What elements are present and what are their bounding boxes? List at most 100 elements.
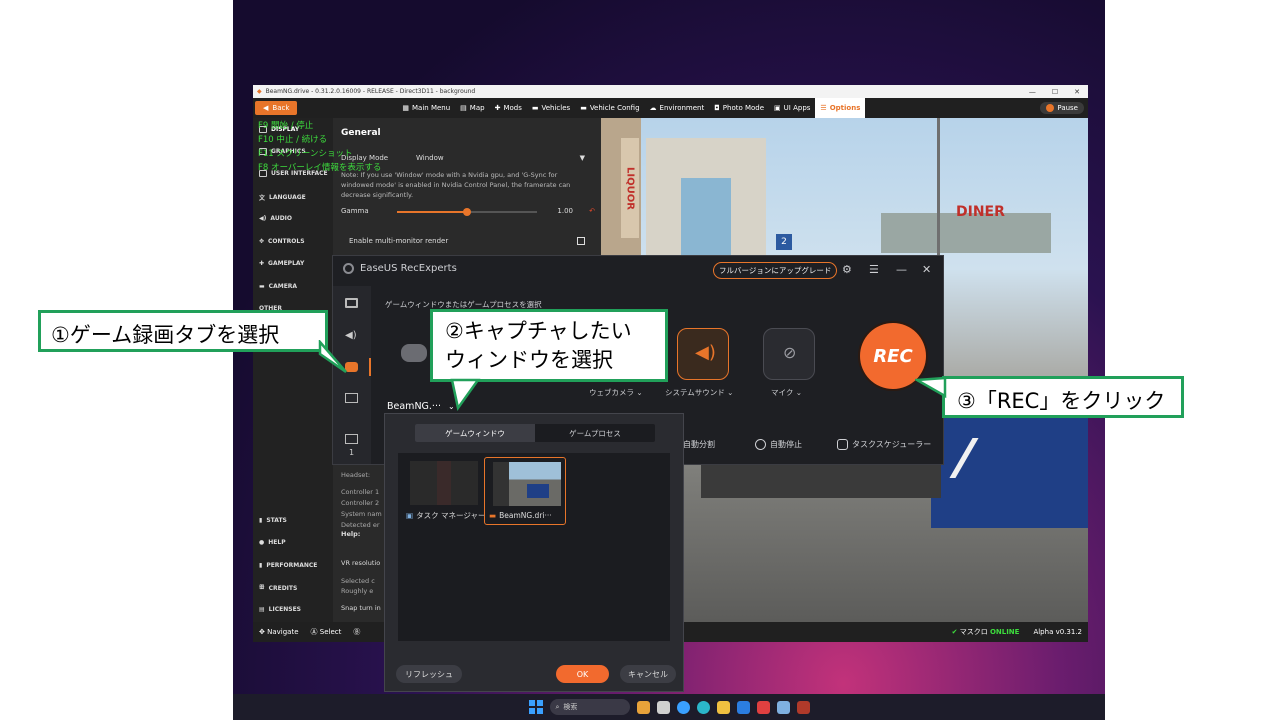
taskbar-app-icon[interactable] bbox=[656, 700, 670, 714]
refresh-button[interactable]: リフレッシュ bbox=[396, 665, 462, 683]
back-button[interactable]: ◀ Back bbox=[255, 101, 298, 115]
menu-vehicles[interactable]: ▬ Vehicles bbox=[527, 98, 575, 118]
chevron-down-icon[interactable]: ▼ bbox=[580, 154, 585, 162]
task-scheduler-option[interactable]: タスクスケジューラー bbox=[837, 439, 931, 450]
timer-icon bbox=[755, 439, 766, 450]
sidebar-item-credits[interactable]: ꕥ CREDITS bbox=[259, 584, 297, 592]
pause-button[interactable]: Pause bbox=[1040, 102, 1084, 114]
sidebar-item-camera[interactable]: ▬ CAMERA bbox=[259, 283, 297, 290]
menu-main-menu[interactable]: ▦ Main Menu bbox=[397, 98, 455, 118]
ok-button[interactable]: OK bbox=[556, 665, 609, 683]
task-manager-icon: ▣ bbox=[406, 511, 414, 520]
mic-button[interactable]: ⊘ bbox=[763, 328, 815, 380]
sidebar-item-performance[interactable]: ▮ PERFORMANCE bbox=[259, 562, 317, 569]
shortcut-line: F8 オーバーレイ情報を表示する bbox=[258, 163, 382, 173]
menu-label: Environment bbox=[659, 104, 705, 112]
menu-icon[interactable]: ☰ bbox=[869, 263, 879, 276]
maximize-icon[interactable]: ☐ bbox=[1052, 88, 1058, 96]
sliders-icon: ☰ bbox=[820, 104, 827, 112]
macro-label: マスクロ bbox=[959, 628, 988, 636]
check-icon: ✔ bbox=[951, 628, 958, 636]
screen-record-icon[interactable] bbox=[345, 298, 358, 308]
menu-map[interactable]: ▤ Map bbox=[455, 98, 489, 118]
bar-chart-icon: ▮ bbox=[259, 562, 263, 569]
snap-turn-label: Snap turn in bbox=[341, 604, 381, 612]
chrome-icon[interactable] bbox=[676, 700, 690, 714]
beamng-titlebar: ◆ BeamNG.drive - 0.31.2.0.16009 - RELEAS… bbox=[253, 85, 1088, 98]
taskbar-app-icon[interactable] bbox=[776, 700, 790, 714]
minimize-icon[interactable]: — bbox=[896, 263, 907, 276]
sidebar-item-licenses[interactable]: ▤ LICENSES bbox=[259, 606, 301, 613]
help-label: Help: bbox=[341, 530, 361, 538]
windows-start-icon[interactable] bbox=[528, 700, 543, 714]
reset-icon[interactable]: ↶ bbox=[589, 207, 595, 215]
controller1-label: Controller 1 bbox=[341, 488, 380, 496]
gamma-slider-knob[interactable] bbox=[463, 208, 471, 216]
edge-icon[interactable] bbox=[696, 700, 710, 714]
callout-click-rec: ③「REC」をクリック bbox=[942, 376, 1184, 418]
taskbar-search[interactable]: ⌕ 検索 bbox=[549, 699, 630, 715]
b-button-icon: Ⓑ bbox=[353, 628, 361, 636]
recordings-folder-icon[interactable] bbox=[345, 434, 358, 444]
beamng-icon: ▬ bbox=[489, 511, 497, 520]
cancel-button[interactable]: キャンセル bbox=[620, 665, 676, 683]
mic-label[interactable]: マイク ⌄ bbox=[771, 387, 802, 398]
sidebar-item-label: CREDITS bbox=[268, 584, 298, 592]
beamng-taskbar-icon[interactable] bbox=[796, 700, 810, 714]
system-sound-label-text: システムサウンド bbox=[665, 388, 725, 397]
recexperts-title: EaseUS RecExperts bbox=[360, 263, 457, 274]
sidebar-item-audio[interactable]: ◀) AUDIO bbox=[259, 215, 292, 222]
menu-options[interactable]: ☰ Options bbox=[815, 98, 866, 118]
sidebar-item-language[interactable]: 文 LANGUAGE bbox=[259, 193, 306, 202]
taskbar-app-icon[interactable] bbox=[756, 700, 770, 714]
recexperts-logo-icon bbox=[343, 263, 354, 274]
system-sound-button[interactable]: ◀) bbox=[677, 328, 729, 380]
menu-mods[interactable]: ✚ Mods bbox=[490, 98, 527, 118]
webcam-record-icon[interactable] bbox=[345, 393, 358, 403]
webcam-label[interactable]: ウェブカメラ ⌄ bbox=[589, 387, 643, 398]
close-icon[interactable]: ✕ bbox=[1074, 88, 1080, 96]
vscode-icon[interactable] bbox=[736, 700, 750, 714]
callout-pointer bbox=[318, 340, 347, 374]
controller2-label: Controller 2 bbox=[341, 499, 380, 507]
gamma-slider[interactable] bbox=[397, 208, 537, 216]
pause-label: Pause bbox=[1057, 104, 1078, 112]
camera-icon: ◘ bbox=[714, 104, 720, 112]
taskbar: ⌕ 検索 bbox=[233, 694, 1105, 720]
folder-icon[interactable] bbox=[716, 700, 730, 714]
thumbnail-label: ▣ タスク マネージャー bbox=[406, 510, 485, 521]
help-icon: ● bbox=[259, 539, 265, 546]
shortcut-line: F9 開始 / 停止 bbox=[258, 121, 314, 131]
document-icon: ▤ bbox=[259, 606, 265, 613]
taskbar-app-icon[interactable] bbox=[636, 700, 650, 714]
sidebar-item-stats[interactable]: ▮ STATS bbox=[259, 517, 287, 524]
upgrade-button[interactable]: フルバージョンにアップグレード bbox=[713, 262, 838, 279]
system-sound-label[interactable]: システムサウンド ⌄ bbox=[665, 387, 733, 398]
window-thumbnail-task-manager[interactable]: ▣ タスク マネージャー bbox=[402, 457, 485, 525]
liquor-sign: LIQUOR bbox=[621, 138, 639, 238]
thumbnail-image bbox=[410, 461, 478, 505]
macro-status: ✔ マスクロ ONLINE bbox=[952, 627, 1020, 637]
selected-window-label: BeamNG.··· bbox=[387, 401, 441, 412]
menu-vehicle-config[interactable]: ▬ Vehicle Config bbox=[575, 98, 644, 118]
window-select-dropdown[interactable]: BeamNG.··· ⌄ bbox=[387, 401, 455, 412]
task-scheduler-label: タスクスケジューラー bbox=[852, 440, 932, 449]
controls-icon: ✥ bbox=[259, 238, 265, 245]
tab-game-window[interactable]: ゲームウィンドウ bbox=[415, 424, 535, 442]
auto-stop-option[interactable]: 自動停止 bbox=[755, 439, 802, 450]
settings-gear-icon[interactable]: ⚙ bbox=[842, 263, 852, 276]
tab-game-process[interactable]: ゲームプロセス bbox=[535, 424, 655, 442]
menu-environment[interactable]: ☁ Environment bbox=[645, 98, 710, 118]
sidebar-item-help[interactable]: ● HELP bbox=[259, 539, 286, 546]
minimize-icon[interactable]: — bbox=[1029, 88, 1036, 96]
menu-ui-apps[interactable]: ▣ UI Apps bbox=[769, 98, 815, 118]
display-mode-select[interactable]: Window bbox=[416, 154, 444, 162]
sidebar-item-gameplay[interactable]: ✚ GAMEPLAY bbox=[259, 260, 304, 267]
shortcut-overlay: F9 開始 / 停止 F10 中止 / 続ける F11 スクリーンショット F8… bbox=[258, 119, 381, 175]
window-thumbnail-beamng[interactable]: ▬ BeamNG.dri··· bbox=[484, 457, 566, 525]
multi-monitor-checkbox[interactable] bbox=[577, 237, 585, 245]
menu-photo-mode[interactable]: ◘ Photo Mode bbox=[709, 98, 769, 118]
sidebar-item-controls[interactable]: ✥ CONTROLS bbox=[259, 238, 305, 245]
audio-record-icon[interactable]: ◀) bbox=[345, 330, 358, 341]
close-icon[interactable]: ✕ bbox=[922, 263, 931, 276]
